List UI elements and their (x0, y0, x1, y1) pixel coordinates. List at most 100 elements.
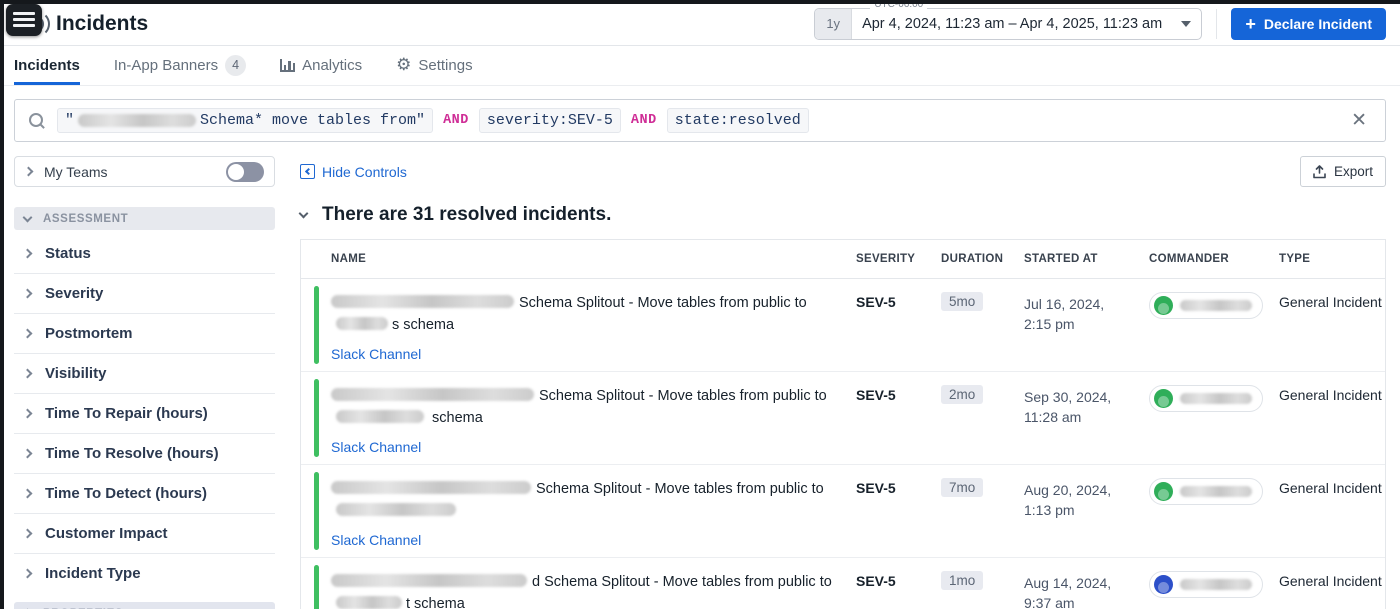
redacted-text (336, 596, 402, 609)
my-teams-filter[interactable]: My Teams (14, 156, 275, 187)
facet-sidebar: My Teams ASSESSMENT Status Severity Postmo… (14, 156, 275, 609)
redacted-text (336, 503, 456, 517)
incident-name-cell: d Schema Splitout - Move tables from pub… (301, 571, 856, 609)
commander-cell (1149, 478, 1279, 506)
incident-name-cell: Schema Splitout - Move tables from publi… (301, 478, 856, 552)
plus-icon: + (1245, 13, 1256, 34)
clear-search-icon[interactable]: ✕ (1347, 109, 1371, 132)
facet-label: Visibility (45, 365, 107, 382)
slack-channel-link[interactable]: Slack Channel (331, 344, 421, 366)
collapse-panel-icon (300, 164, 315, 179)
redacted-text (78, 114, 197, 127)
table-row[interactable]: Schema Splitout - Move tables from publi… (301, 372, 1385, 465)
started-at-cell: Sep 30, 2024, 11:28 am (1024, 389, 1112, 426)
slack-channel-link[interactable]: Slack Channel (331, 437, 421, 459)
duration-badge: 1mo (941, 571, 984, 590)
search-bar[interactable]: " Schema* move tables from" AND severity:S… (14, 99, 1386, 142)
my-teams-toggle[interactable] (226, 161, 264, 182)
commander-pill[interactable] (1149, 385, 1263, 412)
chevron-down-icon[interactable] (298, 208, 309, 219)
chevron-right-icon (22, 368, 33, 379)
incident-name[interactable]: Schema Splitout - Move tables from publi… (331, 292, 842, 337)
redacted-text (1180, 579, 1252, 590)
export-label: Export (1333, 164, 1373, 179)
avatar (1154, 296, 1173, 315)
table-body: Schema Splitout - Move tables from publi… (301, 279, 1385, 609)
facet-time-to-repair-hours-[interactable]: Time To Repair (hours) (14, 394, 275, 434)
chevron-right-icon (22, 288, 33, 299)
search-icon (29, 112, 45, 129)
query-term-chip[interactable]: " Schema* move tables from" (57, 108, 434, 133)
incident-name[interactable]: d Schema Splitout - Move tables from pub… (331, 571, 842, 609)
query-operator: AND (443, 113, 469, 128)
column-header-severity: SEVERITY (856, 253, 916, 265)
facet-customer-impact[interactable]: Customer Impact (14, 514, 275, 554)
tab-in-app-banners[interactable]: In-App Banners 4 (114, 46, 247, 85)
incident-name[interactable]: Schema Splitout - Move tables from publi… (331, 385, 842, 430)
assessment-section-label: ASSESSMENT (43, 212, 129, 225)
facet-status[interactable]: Status (14, 234, 275, 274)
duration-badge: 2mo (941, 385, 984, 404)
facet-label: Customer Impact (45, 525, 168, 542)
date-range-picker[interactable]: UTC-06:00 1y Apr 4, 2024, 11:23 am – Apr… (814, 0, 1203, 40)
query-filter-chip[interactable]: state:resolved (666, 108, 809, 133)
status-color-bar (314, 379, 319, 457)
chevron-right-icon (22, 528, 33, 539)
redacted-text (1180, 486, 1252, 497)
commander-pill[interactable] (1149, 292, 1263, 319)
chevron-right-icon (22, 408, 33, 419)
table-row[interactable]: d Schema Splitout - Move tables from pub… (301, 558, 1385, 609)
sidebar-section-properties[interactable]: PROPERTIES (14, 602, 275, 609)
facet-list: Status Severity Postmortem Visibility Time T… (14, 234, 275, 593)
facet-time-to-detect-hours-[interactable]: Time To Detect (hours) (14, 474, 275, 514)
facet-label: Time To Repair (hours) (45, 405, 208, 422)
declare-incident-button[interactable]: + Declare Incident (1231, 7, 1386, 40)
range-shortcut-chip[interactable]: 1y (815, 8, 853, 39)
incident-type-cell: General Incident (1279, 480, 1382, 496)
incident-type-cell: General Incident (1279, 573, 1382, 589)
incident-type-cell: General Incident (1279, 294, 1382, 310)
menu-icon[interactable] (6, 3, 42, 36)
facet-time-to-resolve-hours-[interactable]: Time To Resolve (hours) (14, 434, 275, 474)
facet-severity[interactable]: Severity (14, 274, 275, 314)
tab-label: Incidents (14, 56, 80, 74)
chevron-right-icon (22, 488, 33, 499)
redacted-text (331, 481, 531, 494)
tab-analytics[interactable]: Analytics (280, 46, 362, 85)
main-panel: Hide Controls Export There are 31 resolv… (298, 156, 1386, 609)
search-query[interactable]: " Schema* move tables from" AND severity:S… (57, 108, 1347, 133)
export-button[interactable]: Export (1299, 156, 1386, 187)
divider (1216, 8, 1218, 39)
tab-settings[interactable]: ⚙ Settings (396, 46, 472, 85)
chevron-right-icon (23, 166, 34, 177)
commander-pill[interactable] (1149, 478, 1263, 505)
redacted-text (336, 317, 388, 331)
table-row[interactable]: Schema Splitout - Move tables from publi… (301, 279, 1385, 372)
tab-incidents[interactable]: Incidents (14, 46, 80, 85)
date-range-value: Apr 4, 2024, 11:23 am – Apr 4, 2025, 11:… (862, 15, 1163, 32)
my-teams-label: My Teams (44, 163, 108, 180)
chevron-right-icon (22, 568, 33, 579)
incident-name[interactable]: Schema Splitout - Move tables from publi… (331, 478, 842, 523)
facet-incident-type[interactable]: Incident Type (14, 554, 275, 593)
facet-visibility[interactable]: Visibility (14, 354, 275, 394)
tab-count-badge: 4 (225, 54, 247, 76)
facet-label: Incident Type (45, 565, 141, 582)
redacted-text (1180, 300, 1252, 311)
sidebar-section-assessment[interactable]: ASSESSMENT (14, 207, 275, 230)
duration-badge: 7mo (941, 478, 984, 497)
table-row[interactable]: Schema Splitout - Move tables from publi… (301, 465, 1385, 558)
redacted-text (331, 388, 534, 401)
table-header-row: NAME SEVERITY DURATION STARTED AT COMMANDER T… (301, 240, 1385, 279)
facet-postmortem[interactable]: Postmortem (14, 314, 275, 354)
avatar (1154, 482, 1173, 501)
duration-cell: 1mo (941, 571, 1024, 590)
chevron-right-icon (22, 448, 33, 459)
commander-pill[interactable] (1149, 571, 1263, 598)
hide-controls-button[interactable]: Hide Controls (300, 164, 407, 180)
slack-channel-link[interactable]: Slack Channel (331, 530, 421, 552)
chevron-down-icon[interactable] (1181, 20, 1192, 27)
chevron-down-icon (22, 212, 33, 222)
window-edge-top (0, 0, 1400, 4)
query-filter-chip[interactable]: severity:SEV-5 (478, 108, 621, 133)
